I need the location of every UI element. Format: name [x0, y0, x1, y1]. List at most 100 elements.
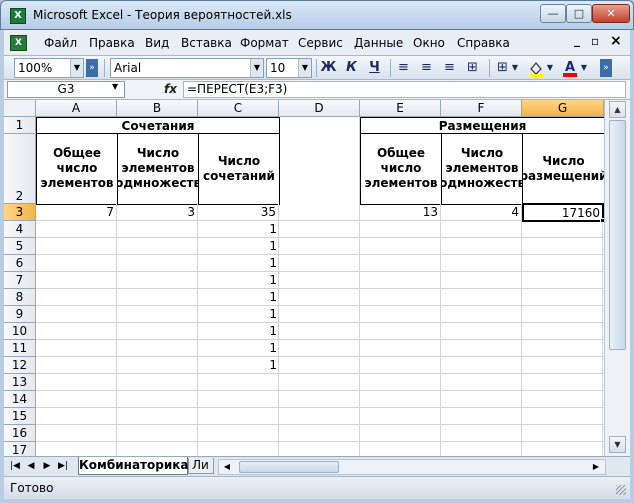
row-header-15[interactable]: 15	[4, 408, 36, 425]
chevron-down-icon[interactable]: ▼	[510, 59, 520, 77]
row-header-12[interactable]: 12	[4, 357, 36, 374]
row-header-1[interactable]: 1	[4, 117, 36, 134]
cell-f2[interactable]: Число элементов подмножества	[441, 133, 523, 205]
align-left-icon[interactable]: ≡	[394, 59, 413, 77]
first-sheet-icon[interactable]: |◀	[8, 459, 22, 474]
workbook-icon[interactable]: X	[10, 35, 27, 51]
row-header-16[interactable]: 16	[4, 425, 36, 442]
column-header-b[interactable]: B	[117, 100, 198, 117]
cell-c11[interactable]: 1	[198, 340, 279, 357]
merge-center-icon[interactable]: ⊞	[463, 59, 482, 77]
menu-view[interactable]: Вид	[145, 36, 169, 50]
insert-function-icon[interactable]: fx	[164, 82, 177, 96]
cell-c12[interactable]: 1	[198, 357, 279, 374]
row-header-13[interactable]: 13	[4, 374, 36, 391]
chevron-down-icon[interactable]: ▼	[250, 59, 263, 77]
restore-button[interactable]: □	[566, 4, 592, 23]
minimize-button[interactable]: —	[540, 4, 566, 23]
cell-g2[interactable]: Число размещений	[522, 133, 604, 205]
chevron-down-icon[interactable]: ▼	[70, 59, 83, 77]
worksheet-grid[interactable]: A B C D E F G 1 2 3 4 5 6 7 8 9 10 11 12…	[4, 100, 604, 456]
cell-d1[interactable]	[279, 117, 360, 221]
horizontal-scrollbar[interactable]: ◀ ▶	[218, 459, 606, 475]
row-header-11[interactable]: 11	[4, 340, 36, 357]
font-size-combo[interactable]: 10 ▼	[266, 58, 312, 78]
cell-b3[interactable]: 3	[117, 204, 198, 221]
menu-edit[interactable]: Правка	[89, 36, 135, 50]
row-header-4[interactable]: 4	[4, 221, 36, 238]
cell-e3[interactable]: 13	[360, 204, 441, 221]
cell-c6[interactable]: 1	[198, 255, 279, 272]
column-header-f[interactable]: F	[441, 100, 522, 117]
cell-a3[interactable]: 7	[36, 204, 117, 221]
chevron-down-icon[interactable]: ▼	[579, 59, 589, 77]
cell-a2[interactable]: Общее число элементов	[36, 133, 118, 205]
resize-grip-icon[interactable]	[616, 485, 626, 495]
chevron-down-icon[interactable]: ▼	[545, 59, 555, 77]
cell-c8[interactable]: 1	[198, 289, 279, 306]
menu-tools[interactable]: Сервис	[298, 36, 343, 50]
column-header-a[interactable]: A	[36, 100, 117, 117]
menu-file[interactable]: Файл	[44, 36, 77, 50]
row-header-8[interactable]: 8	[4, 289, 36, 306]
toolbar-options-icon[interactable]: »	[600, 59, 612, 77]
vertical-scrollbar[interactable]: ▲ ▼	[604, 100, 630, 456]
column-header-g[interactable]: G	[522, 100, 604, 117]
scroll-up-icon[interactable]: ▲	[609, 101, 626, 118]
sheet-tab-next[interactable]: Ли	[188, 458, 214, 474]
row-header-10[interactable]: 10	[4, 323, 36, 340]
horizontal-scroll-thumb[interactable]	[239, 461, 339, 473]
row-header-2[interactable]: 2	[4, 134, 36, 204]
menu-window[interactable]: Окно	[413, 36, 445, 50]
chevron-down-icon[interactable]: ▼	[112, 82, 118, 91]
cell-c3[interactable]: 35	[198, 204, 279, 221]
chevron-down-icon[interactable]: ▼	[298, 59, 311, 77]
menu-format[interactable]: Формат	[240, 36, 289, 50]
row-header-17[interactable]: 17	[4, 442, 36, 456]
row-header-6[interactable]: 6	[4, 255, 36, 272]
row-header-3[interactable]: 3	[4, 204, 36, 221]
menu-help[interactable]: Справка	[457, 36, 510, 50]
font-color-icon[interactable]: A	[560, 59, 579, 77]
last-sheet-icon[interactable]: ▶|	[56, 459, 70, 474]
align-right-icon[interactable]: ≡	[440, 59, 459, 77]
bold-button[interactable]: Ж	[319, 59, 338, 77]
scroll-right-icon[interactable]: ▶	[589, 460, 603, 474]
align-center-icon[interactable]: ≡	[417, 59, 436, 77]
next-sheet-icon[interactable]: ▶	[40, 459, 54, 474]
close-button[interactable]: ✕	[592, 4, 630, 23]
cell-g3-selected[interactable]: 17160	[522, 203, 604, 222]
header-placements[interactable]: Размещения	[360, 117, 604, 134]
select-all-corner[interactable]	[4, 100, 36, 117]
row-header-9[interactable]: 9	[4, 306, 36, 323]
column-header-c[interactable]: C	[198, 100, 279, 117]
underline-button[interactable]: Ч	[365, 59, 384, 77]
cell-e2[interactable]: Общее число элементов	[360, 133, 442, 205]
vertical-scroll-thumb[interactable]	[609, 120, 626, 350]
column-header-e[interactable]: E	[360, 100, 441, 117]
fill-color-icon[interactable]	[526, 59, 545, 77]
cell-b2[interactable]: Число элементов подмножества	[117, 133, 199, 205]
cell-c5[interactable]: 1	[198, 238, 279, 255]
font-name-combo[interactable]: Arial ▼	[110, 58, 264, 78]
row-header-7[interactable]: 7	[4, 272, 36, 289]
menu-insert[interactable]: Вставка	[181, 36, 232, 50]
name-box[interactable]: G3	[7, 81, 125, 98]
menu-data[interactable]: Данные	[354, 36, 403, 50]
prev-sheet-icon[interactable]: ◀	[24, 459, 38, 474]
cell-c9[interactable]: 1	[198, 306, 279, 323]
row-header-5[interactable]: 5	[4, 238, 36, 255]
scroll-left-icon[interactable]: ◀	[220, 460, 234, 474]
doc-restore-button[interactable]: ▫	[591, 34, 599, 48]
zoom-combo[interactable]: 100% ▼	[14, 58, 84, 78]
cell-c7[interactable]: 1	[198, 272, 279, 289]
italic-button[interactable]: К	[342, 59, 361, 77]
cell-c2[interactable]: Число сочетаний	[198, 133, 280, 205]
cell-c10[interactable]: 1	[198, 323, 279, 340]
sheet-tab-active[interactable]: Комбинаторика	[78, 457, 188, 475]
formula-input[interactable]: =ПЕРЕСТ(E3;F3)	[183, 81, 626, 98]
cell-c4[interactable]: 1	[198, 221, 279, 238]
row-header-14[interactable]: 14	[4, 391, 36, 408]
scroll-down-icon[interactable]: ▼	[609, 436, 626, 453]
doc-close-button[interactable]: ×	[610, 33, 622, 49]
